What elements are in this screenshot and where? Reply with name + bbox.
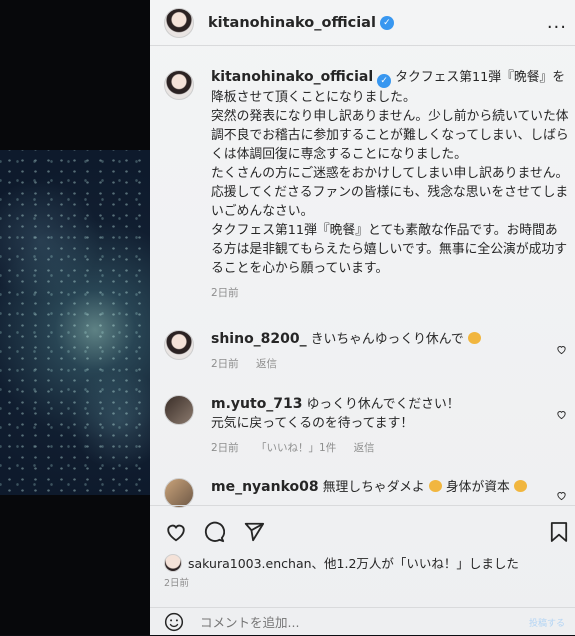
post-image [0, 150, 150, 495]
post-panel: kitanohinako_official ✓ ... kitanohinako… [150, 0, 575, 635]
like-heart-icon[interactable] [556, 490, 567, 501]
cat-face-icon [513, 480, 527, 492]
more-options-icon[interactable]: ... [547, 12, 567, 33]
comment-text: ゆっくり休んでください！ [306, 397, 460, 412]
emoji-smile-icon[interactable] [164, 612, 184, 632]
liker-avatar[interactable] [164, 553, 182, 572]
comment: shino_8200_ きいちゃんゆっくり休んで 2日前 返信 [164, 330, 569, 374]
comment-username[interactable]: shino_8200_ [211, 331, 307, 347]
like-heart-icon[interactable] [164, 521, 188, 543]
bookmark-icon[interactable] [550, 521, 568, 543]
comment: me_nyanko08 無理しちゃダメよ 身体が資本 [164, 478, 569, 508]
comment-meta: 2日前 返信 [211, 358, 278, 370]
comment-text: きいちゃんゆっくり休んで [310, 332, 464, 347]
comment-username[interactable]: me_nyanko08 [211, 479, 319, 495]
comment-text: 無理しちゃダメよ [322, 480, 425, 495]
like-heart-icon[interactable] [556, 409, 567, 420]
likes-summary: sakura1003.enchan、他1.2万人が「いいね！」しました [164, 553, 519, 572]
comment-body: m.yuto_713 ゆっくり休んでください！ 元気に戻ってくるのを待ってます！… [211, 395, 566, 458]
header-username[interactable]: kitanohinako_official [208, 15, 376, 31]
comment-meta: 2日前 「いいね！」1件 返信 [211, 442, 375, 454]
like-heart-icon[interactable] [556, 344, 567, 355]
comment-avatar[interactable] [164, 478, 194, 508]
avatar[interactable] [164, 7, 194, 38]
comment-avatar[interactable] [164, 330, 194, 360]
caption-line-4: 応援してくださるファンの皆様にも、残念な思いをさせてしまいごめんなさい。 [211, 185, 569, 219]
comment: m.yuto_713 ゆっくり休んでください！ 元気に戻ってくるのを待ってます！… [164, 395, 569, 458]
reply-button[interactable]: 返信 [256, 358, 277, 370]
add-comment-bar: 投稿する [150, 607, 575, 636]
comment-input[interactable] [198, 613, 502, 631]
share-send-icon[interactable] [243, 521, 265, 543]
verified-badge-icon: ✓ [379, 15, 394, 30]
caption-line-2: 突然の発表になり申し訳ありません。少し前から続いていた体調不良でお稽古に参加する… [211, 109, 569, 162]
caption: kitanohinako_official ✓ タクフェス第11弾『晩餐』を降板さ… [164, 68, 569, 303]
sad-face-icon [467, 332, 481, 344]
post-comment-button[interactable]: 投稿する [529, 616, 565, 629]
background-photo-area [0, 0, 150, 635]
post-time: 2日前 [164, 578, 190, 589]
verified-badge-icon: ✓ [377, 74, 392, 88]
comment-bubble-icon[interactable] [203, 521, 225, 543]
comment-text-b: 身体が資本 [445, 480, 510, 495]
cat-face-icon [428, 480, 442, 492]
likes-text[interactable]: sakura1003.enchan、他1.2万人が「いいね！」しました [188, 553, 519, 572]
comment-avatar[interactable] [164, 395, 194, 425]
likes-count[interactable]: 「いいね！」1件 [256, 442, 336, 454]
post-header: kitanohinako_official ✓ ... [150, 0, 575, 46]
caption-time: 2日前 [211, 287, 239, 299]
comment-body: me_nyanko08 無理しちゃダメよ 身体が資本 [211, 478, 566, 508]
caption-avatar[interactable] [164, 70, 194, 100]
action-bar [150, 505, 575, 551]
caption-line-3: たくさんの方にご迷惑をおかけしてしまい申し訳ありません。 [211, 166, 569, 181]
caption-username[interactable]: kitanohinako_official [211, 69, 373, 85]
reply-button[interactable]: 返信 [354, 442, 375, 454]
comment-text-2: 元気に戻ってくるのを待ってます！ [211, 416, 414, 431]
caption-line-5: タクフェス第11弾『晩餐』とても素敵な作品です。お時間ある方は是非観てもらえたら… [211, 223, 568, 276]
comment-username[interactable]: m.yuto_713 [211, 396, 303, 412]
caption-body: kitanohinako_official ✓ タクフェス第11弾『晩餐』を降板さ… [211, 68, 569, 303]
comment-body: shino_8200_ きいちゃんゆっくり休んで 2日前 返信 [211, 330, 566, 374]
